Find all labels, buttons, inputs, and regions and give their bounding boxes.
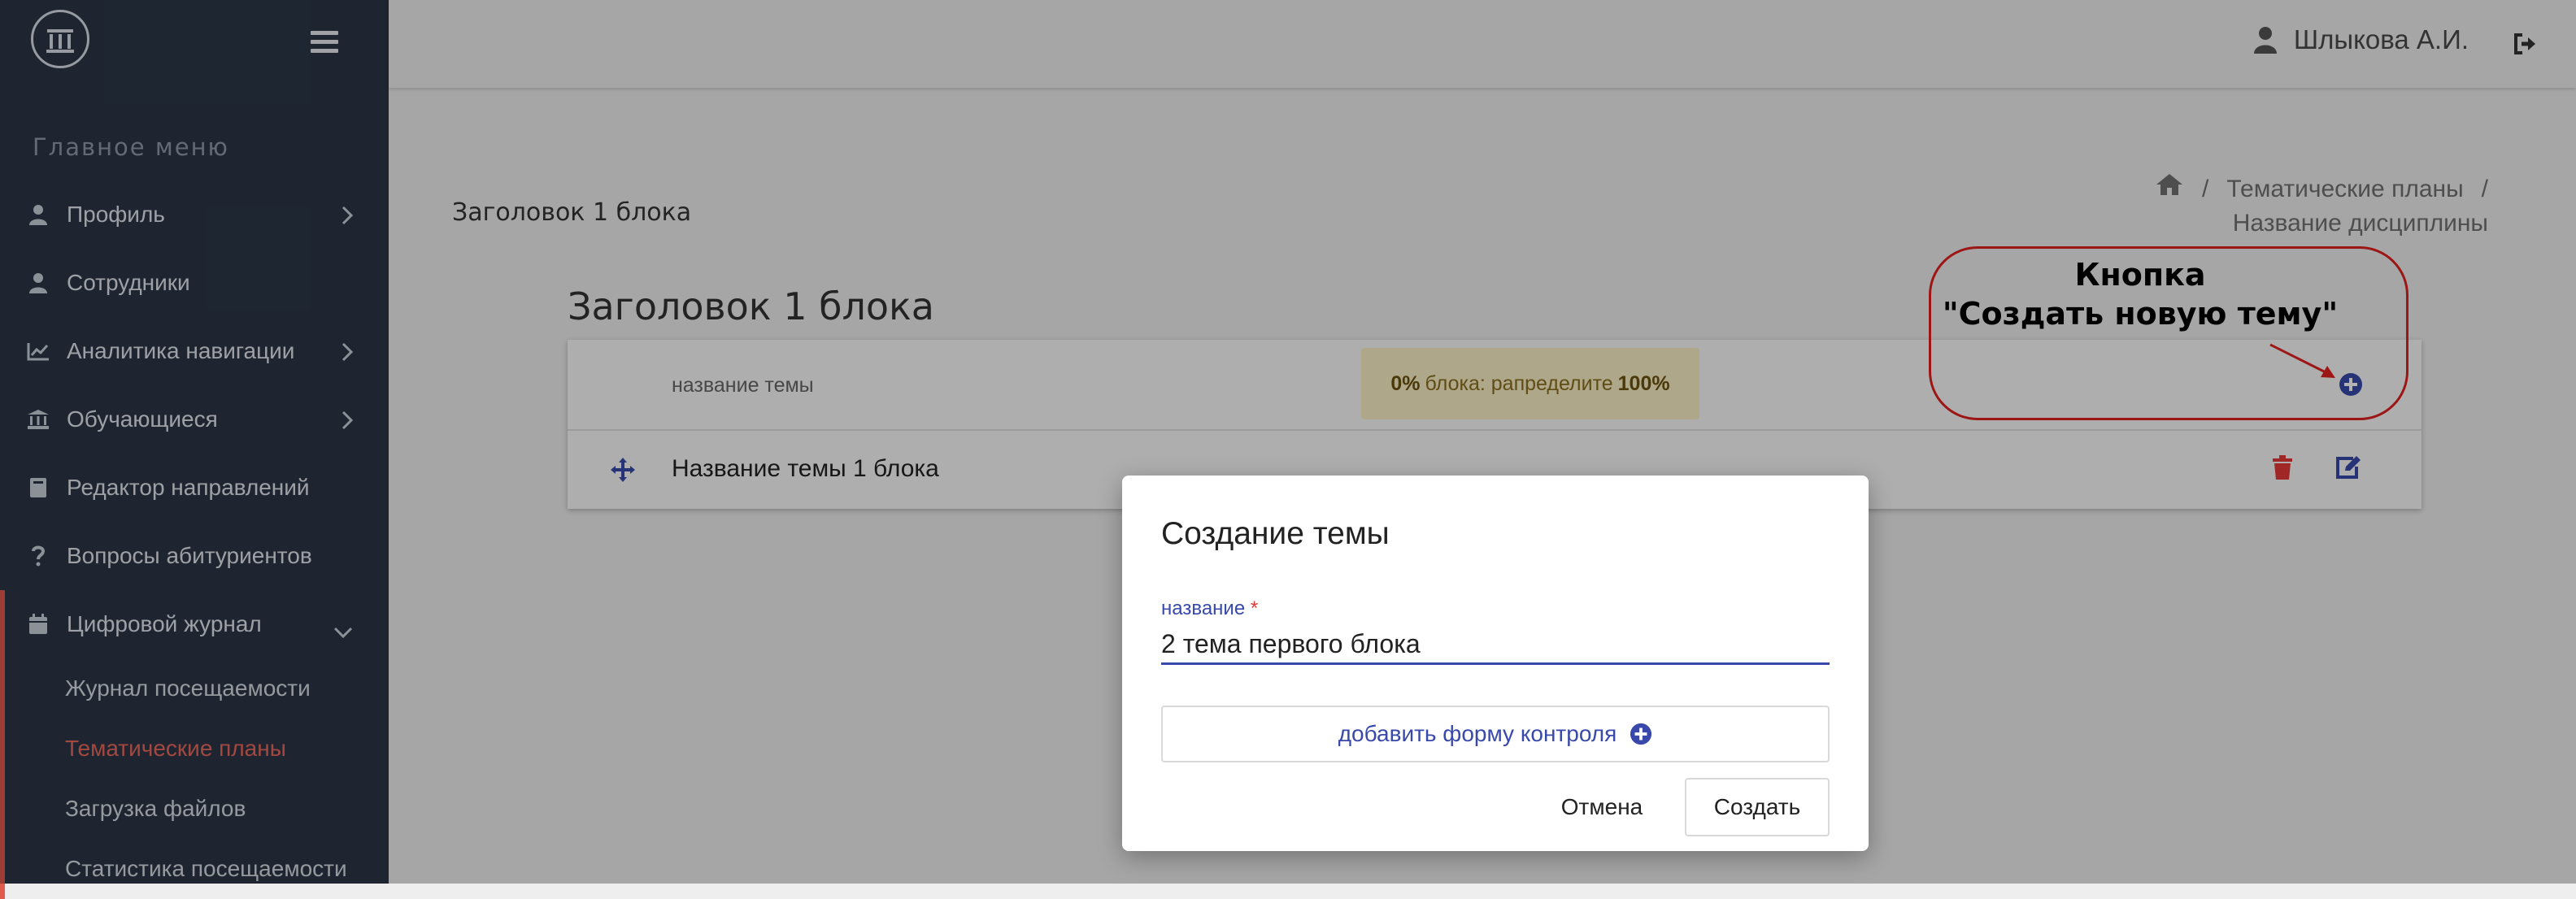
plus-circle-icon: [1630, 723, 1652, 745]
create-topic-dialog: Создание темы название * добавить форму …: [1122, 476, 1869, 851]
create-button[interactable]: Создать: [1685, 778, 1830, 836]
topic-name-input[interactable]: [1161, 625, 1830, 665]
dialog-title: Создание темы: [1161, 516, 1390, 551]
topic-name-label: название *: [1161, 597, 1259, 619]
add-control-form-button[interactable]: добавить форму контроля: [1161, 706, 1830, 762]
cancel-button[interactable]: Отмена: [1545, 778, 1659, 836]
required-mark: *: [1250, 597, 1259, 619]
add-control-label: добавить форму контроля: [1338, 721, 1617, 746]
